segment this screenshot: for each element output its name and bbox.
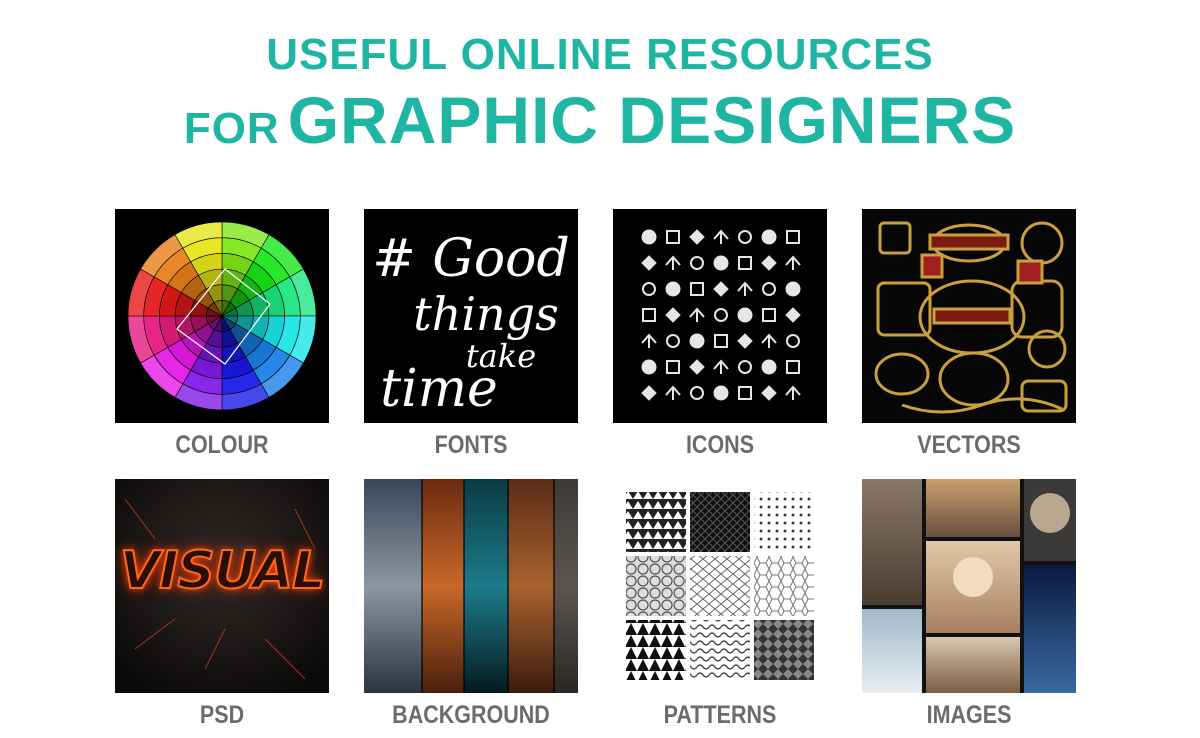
icon-glyph <box>690 282 704 296</box>
fonts-art-line-1: # Good <box>372 229 570 289</box>
icon-glyph <box>785 385 801 400</box>
tile-patterns[interactable] <box>613 479 827 693</box>
icon-glyph <box>737 333 753 349</box>
icon-glyph <box>665 307 681 323</box>
label-icons: ICONS <box>685 431 755 459</box>
headline-prefix: FOR <box>183 104 280 153</box>
icon-set-icon <box>641 229 801 401</box>
icon-glyph <box>641 385 657 401</box>
headline-line-2: FOR GRAPHIC DESIGNERS <box>0 82 1200 158</box>
icon-glyph <box>665 255 681 270</box>
photo-collage-icon <box>862 479 1076 693</box>
icon-glyph <box>762 282 776 296</box>
icon-glyph <box>641 229 657 245</box>
icon-glyph <box>738 386 752 400</box>
label-background: BACKGROUND <box>392 701 550 729</box>
icon-glyph <box>689 307 705 322</box>
tile-psd[interactable]: VISUAL <box>115 479 329 693</box>
icon-glyph <box>665 281 681 297</box>
icon-glyph <box>641 333 657 348</box>
icon-glyph <box>737 307 753 323</box>
label-psd: PSD <box>199 701 245 729</box>
icon-glyph <box>641 255 657 271</box>
typography-icon: # Good things take time <box>364 209 578 423</box>
icon-glyph <box>689 229 705 245</box>
icon-glyph <box>786 230 800 244</box>
icon-glyph <box>689 359 705 375</box>
icon-glyph <box>761 333 777 348</box>
pattern-grid-icon <box>626 492 814 680</box>
vector-badges-icon <box>862 209 1076 423</box>
psd-art-text: VISUAL <box>119 540 326 602</box>
icon-glyph <box>713 359 729 374</box>
icon-glyph <box>714 334 728 348</box>
tile-images[interactable] <box>862 479 1076 693</box>
icon-glyph <box>761 229 777 245</box>
icon-glyph <box>690 256 704 270</box>
label-colour: COLOUR <box>175 431 269 459</box>
fonts-art-line-4: time <box>380 359 498 419</box>
icon-glyph <box>786 360 800 374</box>
label-patterns: PATTERNS <box>663 701 777 729</box>
fonts-art-line-2: things <box>413 287 559 341</box>
headline-main: GRAPHIC DESIGNERS <box>287 83 1017 157</box>
icon-glyph <box>786 334 800 348</box>
icon-glyph <box>642 282 656 296</box>
icon-glyph <box>738 360 752 374</box>
icon-glyph <box>785 281 801 297</box>
icon-glyph <box>713 281 729 297</box>
icon-glyph <box>666 230 680 244</box>
label-images: IMAGES <box>926 701 1012 729</box>
icon-glyph <box>785 255 801 270</box>
tile-icons[interactable] <box>613 209 827 423</box>
icon-glyph <box>689 333 705 349</box>
headline-line-1: USEFUL ONLINE RESOURCES <box>266 30 934 79</box>
icon-glyph <box>714 308 728 322</box>
label-fonts: FONTS <box>434 431 508 459</box>
icon-glyph <box>761 359 777 375</box>
tile-background[interactable] <box>364 479 578 693</box>
icon-glyph <box>737 281 753 296</box>
icon-glyph <box>690 386 704 400</box>
texture-strips-icon <box>364 479 578 693</box>
icon-glyph <box>738 230 752 244</box>
icon-glyph <box>641 359 657 375</box>
icon-glyph <box>665 385 681 400</box>
icon-glyph <box>666 360 680 374</box>
icon-glyph <box>761 255 777 271</box>
icon-glyph <box>762 308 776 322</box>
tile-vectors[interactable] <box>862 209 1076 423</box>
label-vectors: VECTORS <box>917 431 1021 459</box>
icon-glyph <box>761 385 777 401</box>
icon-glyph <box>738 256 752 270</box>
color-wheel-icon <box>127 221 317 411</box>
tile-fonts[interactable]: # Good things take time <box>364 209 578 423</box>
icon-glyph <box>713 385 729 401</box>
icon-glyph <box>666 334 680 348</box>
icon-glyph <box>713 255 729 271</box>
icon-glyph <box>713 229 729 244</box>
tile-colour[interactable] <box>115 209 329 423</box>
icon-glyph <box>642 308 656 322</box>
icon-glyph <box>785 307 801 323</box>
